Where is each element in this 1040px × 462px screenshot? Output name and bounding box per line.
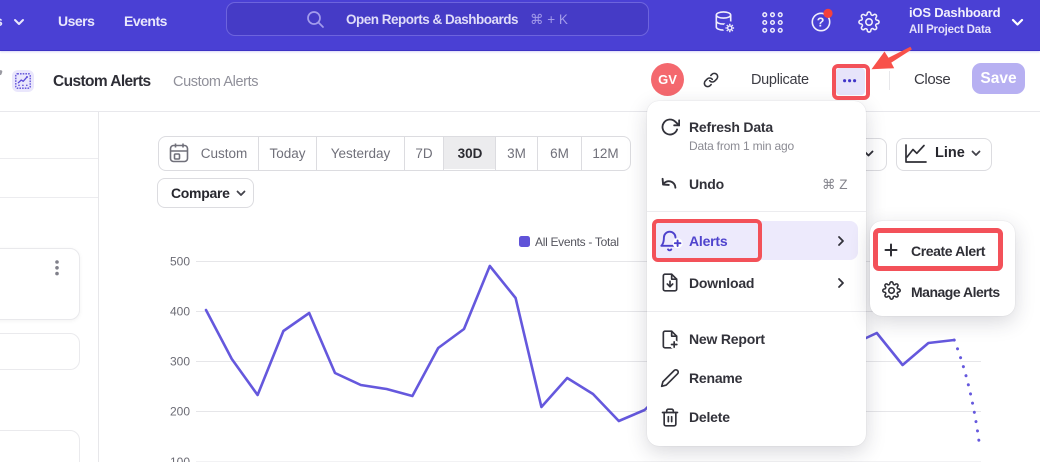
svg-text:6M: 6M [550, 146, 569, 161]
svg-text:Today: Today [269, 146, 305, 161]
svg-text:200: 200 [170, 405, 190, 419]
svg-text:All Events - Total: All Events - Total [535, 235, 619, 249]
svg-text:300: 300 [170, 355, 190, 369]
svg-text:500: 500 [170, 255, 190, 269]
svg-text:3M: 3M [507, 146, 526, 161]
svg-text:Custom: Custom [201, 146, 248, 161]
svg-text:400: 400 [170, 305, 190, 319]
svg-text:100: 100 [170, 455, 190, 462]
svg-text:12M: 12M [592, 146, 618, 161]
svg-text:7D: 7D [415, 146, 433, 161]
svg-text:?: ? [817, 16, 825, 30]
svg-text:Yesterday: Yesterday [331, 146, 391, 161]
svg-text:30D: 30D [458, 146, 483, 161]
